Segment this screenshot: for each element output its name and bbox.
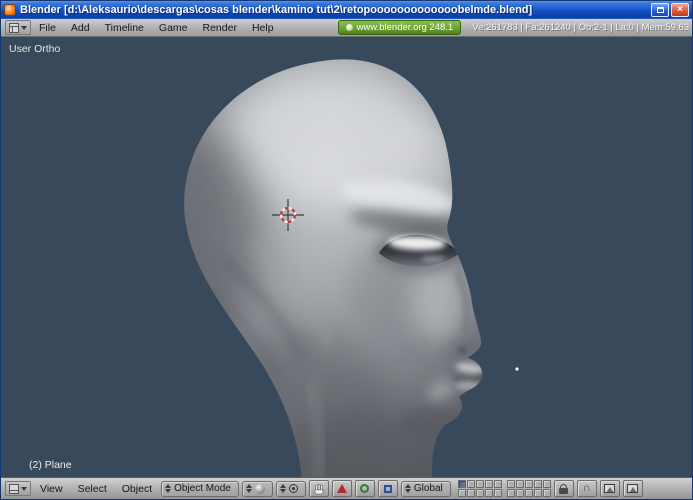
pivot-point-icon [289,484,298,493]
layer-button-18[interactable] [525,489,533,497]
orientation-dropdown[interactable]: Global [401,481,451,497]
layer-group-2 [507,480,551,497]
blender-app-icon [4,4,16,16]
scene-stats: Ve:261783 | Fa:261240 | Ob:2-1 | La:0 | … [472,22,688,33]
solid-drawtype-icon [255,484,265,494]
magnet-icon: ∩ [583,483,591,494]
layer-button-13[interactable] [525,480,533,488]
viewport-header: View Select Object Object Mode [1,477,692,499]
info-editor-icon [9,23,19,33]
rotate-manipulator-icon [360,484,369,493]
layer-button-20[interactable] [543,489,551,497]
menu-file[interactable]: File [32,22,63,34]
mode-dropdown-value: Object Mode [174,483,231,494]
blender-window: Blender [d:\Aleksaurio\descargas\cosas b… [0,0,693,500]
manipulator-hand-toggle[interactable] [309,480,329,497]
menu-game[interactable]: Game [152,22,195,34]
layer-button-6[interactable] [458,489,466,497]
dropdown-arrows-icon [405,484,411,493]
layer-button-7[interactable] [467,489,475,497]
view-orientation-label: User Ortho [9,43,60,55]
draw-type-dropdown[interactable] [242,481,273,497]
chevron-down-icon [21,487,27,491]
layer-button-11[interactable] [507,480,515,488]
menu-select[interactable]: Select [72,483,113,495]
active-object-label: (2) Plane [29,459,72,471]
orientation-dropdown-value: Global [414,483,443,494]
layer-button-19[interactable] [534,489,542,497]
viewport-editor-type-dropdown[interactable] [5,481,31,496]
render-icon [604,484,615,493]
viewport-3d[interactable]: User Ortho (2) Plane [1,37,693,479]
menu-timeline[interactable]: Timeline [98,22,151,34]
dropdown-arrows-icon [246,484,252,493]
dropdown-arrows-icon [280,484,286,493]
top-header: File Add Timeline Game Render Help www.b… [1,19,692,37]
close-icon: × [677,5,683,15]
translate-manipulator-icon [337,484,347,493]
maximize-icon [657,7,664,13]
layer-button-9[interactable] [485,489,493,497]
layer-button-5[interactable] [494,480,502,488]
chevron-down-icon [21,26,27,30]
layer-group-1 [458,480,502,497]
manipulator-rotate-toggle[interactable] [355,480,375,497]
view3d-editor-icon [9,484,19,494]
layer-button-2[interactable] [467,480,475,488]
alien-head-model[interactable] [154,59,488,479]
layer-button-3[interactable] [476,480,484,488]
version-badge-label: www.blender.org 248.1 [357,22,454,33]
viewport-canvas[interactable] [1,37,693,479]
titlebar[interactable]: Blender [d:\Aleksaurio\descargas\cosas b… [1,1,692,19]
hand-icon [313,483,325,495]
mode-dropdown[interactable]: Object Mode [161,481,239,497]
layer-button-12[interactable] [516,480,524,488]
layer-button-8[interactable] [476,489,484,497]
render-anim-preview-button[interactable] [623,480,643,497]
lock-icon [559,484,568,494]
manipulator-scale-toggle[interactable] [378,480,398,497]
snap-toggle[interactable]: ∩ [577,480,597,497]
layer-button-14[interactable] [534,480,542,488]
render-preview-button[interactable] [600,480,620,497]
lock-layers-toggle[interactable] [554,480,574,497]
dropdown-arrows-icon [165,484,171,493]
menu-render[interactable]: Render [196,22,244,34]
manipulator-translate-toggle[interactable] [332,480,352,497]
layer-grid [458,480,551,497]
menu-view[interactable]: View [34,483,69,495]
scale-manipulator-icon [384,485,392,493]
pivot-dropdown[interactable] [276,481,306,497]
close-button[interactable]: × [671,3,689,17]
menu-help[interactable]: Help [245,22,281,34]
menu-add[interactable]: Add [64,22,97,34]
layer-button-16[interactable] [507,489,515,497]
stray-vertex-dot [515,367,518,370]
blender-sphere-icon [346,24,353,31]
version-badge: www.blender.org 248.1 [338,20,462,35]
menu-object[interactable]: Object [116,483,158,495]
window-title: Blender [d:\Aleksaurio\descargas\cosas b… [20,4,651,16]
layer-button-4[interactable] [485,480,493,488]
layer-button-10[interactable] [494,489,502,497]
maximize-button[interactable] [651,3,669,17]
layer-button-1[interactable] [458,480,466,488]
render-animation-icon [627,484,638,493]
editor-type-dropdown[interactable] [5,20,31,35]
layer-button-17[interactable] [516,489,524,497]
layer-button-15[interactable] [543,480,551,488]
